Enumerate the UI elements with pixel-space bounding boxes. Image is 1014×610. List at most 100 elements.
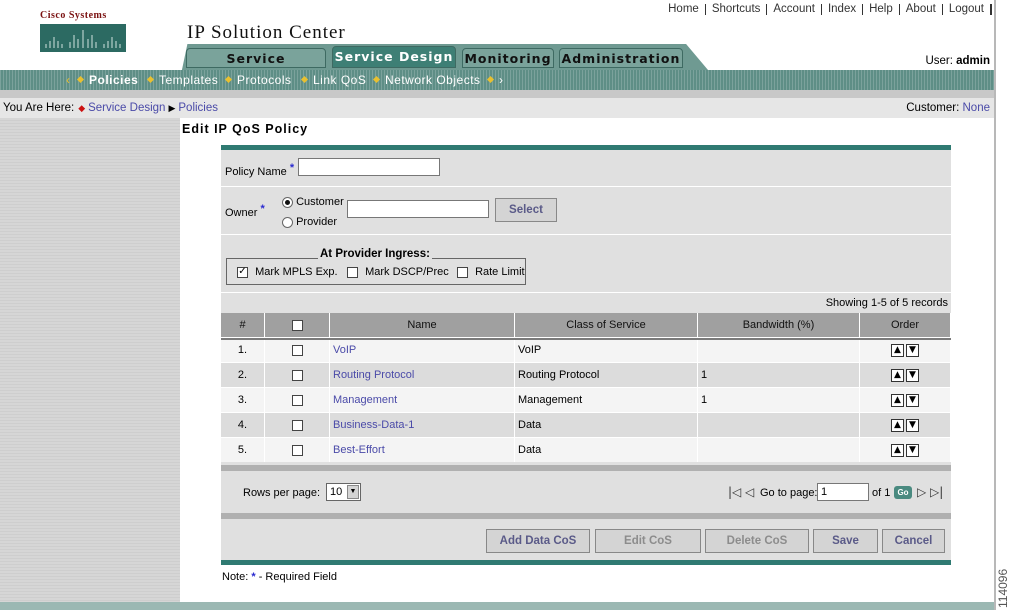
row-bandwidth	[697, 437, 860, 462]
subnav-templates[interactable]: Templates	[146, 73, 219, 87]
customer-value[interactable]: None	[963, 102, 991, 114]
row-name-link[interactable]: Management	[333, 394, 397, 406]
move-down-icon[interactable]: ▼	[906, 444, 919, 457]
mark-dscp-checkbox[interactable]	[347, 266, 358, 278]
note-text: - Required Field	[258, 571, 337, 583]
tab-monitoring[interactable]: Monitoring	[462, 48, 554, 68]
subnav-network-objects-label: Network Objects	[385, 73, 481, 87]
subnav-link-qos-label: Link QoS	[313, 73, 367, 87]
mark-mpls-option[interactable]: ✓ Mark MPLS Exp.	[237, 266, 338, 278]
rate-limit-option[interactable]: Rate Limit	[457, 266, 525, 278]
row-checkbox[interactable]	[291, 369, 303, 381]
about-link[interactable]: About	[906, 3, 936, 15]
row-order: ▲ ▼	[859, 437, 951, 462]
row-name-link[interactable]: Business-Data-1	[333, 419, 414, 431]
move-down-icon[interactable]: ▼	[906, 369, 919, 382]
user-info: User: admin	[925, 55, 990, 67]
breadcrumb-arrow-icon: ▶	[168, 103, 176, 113]
rows-per-page-select[interactable]: 10 ▼	[326, 483, 361, 501]
previous-page-icon[interactable]: ◁	[745, 485, 754, 499]
go-button[interactable]: Go	[894, 486, 912, 499]
row-checkbox[interactable]	[291, 344, 303, 356]
logo-text: Cisco Systems	[40, 10, 107, 21]
row-select	[264, 437, 330, 462]
breadcrumb-prefix: You Are Here:	[3, 102, 75, 114]
move-up-icon[interactable]: ▲	[891, 444, 904, 457]
row-number: 2.	[221, 362, 265, 388]
row-bandwidth	[697, 337, 860, 363]
cancel-button[interactable]: Cancel	[882, 529, 945, 553]
policy-name-input[interactable]	[298, 158, 440, 176]
col-name[interactable]: Name	[329, 313, 515, 338]
owner-provider-radio[interactable]	[282, 216, 293, 228]
save-button[interactable]: Save	[813, 529, 878, 553]
account-link[interactable]: Account	[773, 3, 815, 15]
row-number: 5.	[221, 437, 265, 462]
breadcrumb-service-design[interactable]: Service Design	[88, 102, 165, 114]
subnav-policies[interactable]: Policies	[76, 73, 138, 87]
col-number: #	[221, 313, 265, 338]
subnav-protocols-label: Protocols	[237, 73, 292, 87]
cos-table: # Name Class of Service Bandwidth (%) Or…	[221, 313, 951, 462]
move-up-icon[interactable]: ▲	[891, 344, 904, 357]
required-mark: *	[260, 203, 265, 215]
move-up-icon[interactable]: ▲	[891, 394, 904, 407]
owner-label-group: Owner *	[225, 203, 265, 219]
tab-administration[interactable]: Administration	[559, 48, 683, 68]
row-number: 4.	[221, 412, 265, 438]
edit-cos-button[interactable]: Edit CoS	[595, 529, 701, 553]
row-name-link[interactable]: Routing Protocol	[333, 369, 414, 381]
mark-mpls-checkbox[interactable]: ✓	[237, 266, 248, 278]
diamond-icon	[146, 76, 155, 84]
move-up-icon[interactable]: ▲	[891, 419, 904, 432]
index-link[interactable]: Index	[828, 3, 856, 15]
next-page-icon[interactable]: ▷	[917, 485, 926, 499]
select-all-checkbox[interactable]	[291, 319, 303, 331]
tab-service-inventory[interactable]: Service Inventory	[186, 48, 326, 85]
owner-label: Owner	[225, 207, 258, 219]
move-up-icon[interactable]: ▲	[891, 369, 904, 382]
owner-provider-option[interactable]: Provider	[282, 216, 337, 228]
add-data-cos-button[interactable]: Add Data CoS	[486, 529, 590, 553]
subnav-link-qos[interactable]: Link QoS	[300, 73, 367, 87]
col-bandwidth[interactable]: Bandwidth (%)	[697, 313, 860, 338]
table-row: 2. Routing Protocol Routing Protocol 1 ▲…	[221, 362, 951, 388]
select-owner-button[interactable]: Select	[495, 198, 557, 222]
owner-input[interactable]	[347, 200, 489, 218]
col-order: Order	[859, 313, 951, 338]
row-checkbox[interactable]	[291, 444, 303, 456]
breadcrumb-policies[interactable]: Policies	[178, 102, 218, 114]
move-down-icon[interactable]: ▼	[906, 344, 919, 357]
shortcuts-link[interactable]: Shortcuts	[712, 3, 761, 15]
mark-dscp-option[interactable]: Mark DSCP/Prec	[347, 266, 449, 278]
owner-customer-option[interactable]: Customer	[282, 196, 344, 208]
table-row: 4. Business-Data-1 Data ▲ ▼	[221, 412, 951, 438]
row-cos: Management	[514, 387, 698, 413]
owner-provider-label: Provider	[296, 216, 338, 228]
first-page-icon[interactable]: |◁	[728, 485, 741, 499]
owner-customer-radio[interactable]	[282, 196, 293, 208]
tab-service-design[interactable]: Service Design	[332, 46, 456, 68]
home-link[interactable]: Home	[668, 3, 699, 15]
row-name-link[interactable]: VoIP	[333, 344, 356, 356]
goto-page-input[interactable]	[817, 483, 869, 501]
form-divider	[221, 186, 951, 187]
pager-bottom-band	[221, 513, 951, 519]
move-down-icon[interactable]: ▼	[906, 419, 919, 432]
subnav-templates-label: Templates	[159, 73, 219, 87]
last-page-icon[interactable]: ▷|	[930, 485, 943, 499]
help-link[interactable]: Help	[869, 3, 893, 15]
subnav-protocols[interactable]: Protocols	[224, 73, 292, 87]
subnav-network-objects[interactable]: Network Objects	[372, 73, 481, 87]
row-checkbox[interactable]	[291, 394, 303, 406]
row-checkbox[interactable]	[291, 419, 303, 431]
logout-link[interactable]: Logout	[949, 3, 984, 15]
move-down-icon[interactable]: ▼	[906, 394, 919, 407]
diamond-icon	[372, 76, 381, 84]
delete-cos-button[interactable]: Delete CoS	[705, 529, 809, 553]
col-class-of-service[interactable]: Class of Service	[514, 313, 698, 338]
owner-customer-label: Customer	[296, 196, 344, 208]
row-name-link[interactable]: Best-Effort	[333, 444, 385, 456]
panel-top-bar	[221, 145, 951, 150]
rate-limit-checkbox[interactable]	[457, 266, 468, 278]
